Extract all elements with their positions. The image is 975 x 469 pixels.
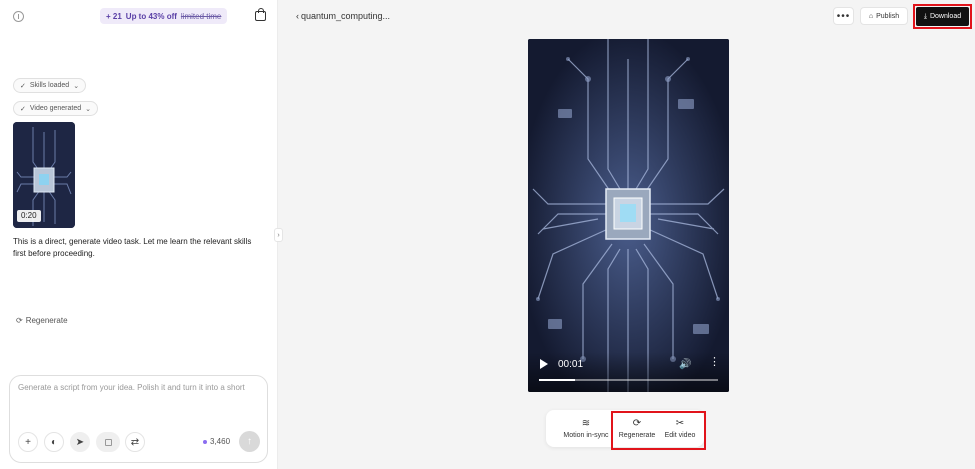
shopping-bag-icon[interactable]	[255, 8, 266, 21]
promo-text: Up to 43% off	[125, 11, 177, 21]
more-button[interactable]: •••	[833, 7, 854, 25]
video-generated-chip[interactable]: ✓ Video generated ⌄	[13, 101, 98, 116]
download-label: Download	[929, 13, 962, 20]
skills-loaded-chip[interactable]: ✓ Skills loaded ⌄	[13, 78, 87, 93]
promo-strike: limited time	[180, 11, 222, 21]
promo-banner[interactable]: + 21 Up to 43% off limited time	[100, 8, 228, 24]
cursor-button[interactable]: ➤	[70, 432, 90, 452]
publish-button[interactable]: ⌂ Publish	[860, 7, 908, 25]
publish-icon: ⌂	[868, 12, 874, 20]
square-button[interactable]	[96, 432, 120, 452]
more-icon: •••	[836, 10, 851, 22]
back-icon[interactable]: ‹	[296, 11, 299, 21]
check-icon: ✓	[20, 82, 26, 90]
chat-panel: + 21 Up to 43% off limited time ✓ Skills…	[0, 0, 278, 469]
seek-bar[interactable]	[539, 379, 718, 381]
download-highlight: ⤓ Download	[913, 4, 972, 29]
cursor-icon: ➤	[75, 436, 85, 448]
publish-label: Publish	[876, 12, 900, 20]
video-menu-icon[interactable]: ⋮	[709, 357, 720, 368]
video-current-time: 00:01	[558, 359, 584, 370]
project-title[interactable]: ‹ quantum_computing...	[296, 11, 390, 21]
video-frame-image	[528, 39, 729, 392]
prompt-composer: + ◐ ➤ ⇄ 3,460 ↑	[9, 375, 268, 463]
volume-icon[interactable]: 🔊	[679, 359, 691, 370]
download-icon: ⤓	[923, 12, 927, 20]
motion-icon: ≋	[581, 417, 591, 429]
style-button[interactable]: ◐	[44, 432, 64, 452]
chevron-down-icon: ⌄	[73, 82, 80, 90]
project-title-text: quantum_computing...	[301, 11, 391, 21]
send-button[interactable]: ↑	[239, 431, 260, 452]
credits-value: 3,460	[210, 437, 231, 446]
arrow-up-icon: ↑	[247, 436, 252, 447]
assistant-message: This is a direct, generate video task. L…	[13, 237, 252, 258]
swap-button[interactable]: ⇄	[125, 432, 145, 452]
chip-label: Skills loaded	[29, 82, 70, 89]
chip-label: Video generated	[29, 105, 82, 112]
video-player[interactable]: 00:01 🔊 ⋮	[528, 39, 729, 392]
chevron-down-icon: ⌄	[85, 105, 91, 113]
credits-display: 3,460	[203, 437, 230, 446]
promo-count: + 21	[106, 11, 122, 21]
panel-collapse-handle[interactable]: ›	[274, 228, 283, 242]
regenerate-link-label: Regenerate	[25, 316, 68, 325]
palette-icon: ◐	[50, 436, 58, 448]
regenerate-link[interactable]: ⟳ Regenerate	[16, 316, 68, 325]
motion-in-sync-button[interactable]: ≋ Motion in-sync	[556, 410, 616, 447]
credits-icon	[203, 439, 207, 444]
thumbnail-duration: 0:20	[17, 210, 41, 222]
action-label: Motion in-sync	[563, 431, 609, 439]
refresh-icon: ⟳	[16, 316, 23, 325]
chevron-right-icon: ›	[277, 231, 280, 239]
seek-progress	[539, 379, 575, 381]
plus-icon: +	[25, 436, 31, 448]
add-button[interactable]: +	[18, 432, 38, 452]
download-button[interactable]: ⤓ Download	[916, 7, 969, 26]
swap-icon: ⇄	[130, 436, 140, 448]
prompt-input[interactable]	[18, 383, 258, 423]
play-icon[interactable]	[540, 359, 548, 369]
video-controls	[528, 352, 729, 392]
check-icon: ✓	[20, 105, 26, 113]
square-icon	[104, 438, 112, 446]
actions-highlight	[611, 411, 706, 450]
info-icon[interactable]	[13, 11, 24, 22]
